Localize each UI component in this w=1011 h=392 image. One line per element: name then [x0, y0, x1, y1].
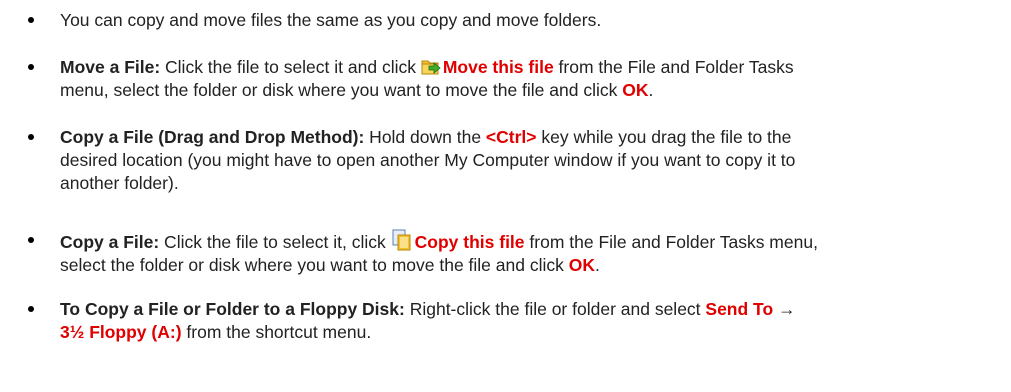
bullet-part: from the File and Folder Tasks — [553, 57, 794, 77]
ctrl-key-label: <Ctrl> — [485, 127, 537, 147]
bullet-text: You can copy and move files the same as … — [60, 9, 960, 32]
bullet-dot — [28, 134, 34, 140]
bullet-part: from the shortcut menu. — [181, 322, 372, 342]
move-file-icon — [421, 58, 441, 76]
move-this-file-link: Move this file — [442, 57, 554, 77]
bullet-end: . — [594, 255, 600, 275]
bullet-dot — [28, 306, 34, 312]
bullet-text: To Copy a File or Folder to a Floppy Dis… — [60, 298, 960, 344]
bullet-lead: Copy a File: — [60, 232, 160, 252]
bullet-dot — [28, 64, 34, 70]
copy-this-file-link: Copy this file — [414, 232, 525, 252]
bullet-sentence: You can copy and move files the same as … — [60, 10, 602, 30]
bullet-part: key while you drag the file to the — [536, 127, 792, 147]
bullet-part: from the File and Folder Tasks menu, — [524, 232, 818, 252]
bullet-lead: Copy a File (Drag and Drop Method): — [60, 127, 365, 147]
copy-file-icon — [391, 229, 413, 251]
bullet-text: Copy a File (Drag and Drop Method): Hold… — [60, 126, 960, 195]
bullet-lead: Move a File: — [60, 57, 161, 77]
bullet-end: . — [648, 80, 654, 100]
bullet-text: Move a File: Click the file to select it… — [60, 56, 960, 102]
ok-label: OK — [622, 80, 649, 100]
bullet-part: menu, select the folder or disk where yo… — [60, 80, 623, 100]
send-to-label: Send To — [705, 299, 774, 319]
bullet-text: Copy a File: Click the file to select it… — [60, 229, 960, 277]
floppy-label: 3½ Floppy (A:) — [60, 322, 182, 342]
bullet-lead: To Copy a File or Folder to a Floppy Dis… — [60, 299, 405, 319]
bullet-dot — [28, 237, 34, 243]
document: You can copy and move files the same as … — [0, 0, 1011, 392]
bullet-part: Right-click the file or folder and selec… — [404, 299, 706, 319]
bullet-part: Click the file to select it and click — [160, 57, 421, 77]
bullet-part: another folder). — [60, 173, 179, 193]
bullet-dot — [28, 17, 34, 23]
arrow-glyph: → — [773, 299, 796, 319]
bullet-part: select the folder or disk where you want… — [60, 255, 569, 275]
bullet-part: Click the file to select it, click — [159, 232, 391, 252]
bullet-part: Hold down the — [364, 127, 486, 147]
bullet-part: desired location (you might have to open… — [60, 150, 796, 170]
ok-label: OK — [568, 255, 595, 275]
